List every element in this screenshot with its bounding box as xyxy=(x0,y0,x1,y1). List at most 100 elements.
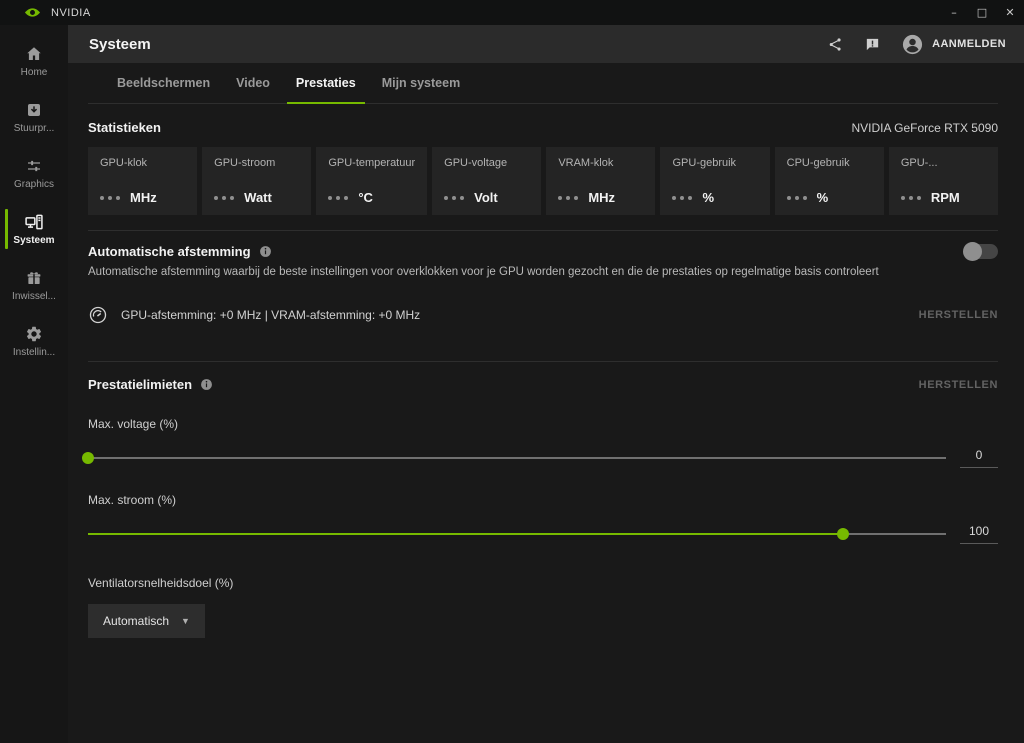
tab-prestaties[interactable]: Prestaties xyxy=(283,63,369,103)
share-icon[interactable] xyxy=(827,36,844,53)
performance-limits-title: Prestatielimieten xyxy=(88,377,192,392)
loading-dots-icon xyxy=(787,196,807,200)
minimize-button[interactable]: – xyxy=(940,0,968,25)
stat-tile: GPU-klok MHz xyxy=(88,147,197,215)
stat-tile-label: GPU-stroom xyxy=(214,157,299,169)
page-header: Systeem AANMELDEN xyxy=(68,25,1024,63)
sidebar-item-drivers[interactable]: Stuurpr... xyxy=(0,89,68,145)
stat-tile: GPU-stroom Watt xyxy=(202,147,311,215)
sidebar-item-graphics[interactable]: Graphics xyxy=(0,145,68,201)
auto-tuning-description: Automatische afstemming waarbij de beste… xyxy=(88,266,998,278)
sliders-icon xyxy=(25,156,43,176)
stat-tile: GPU-temperatuur °C xyxy=(316,147,427,215)
loading-dots-icon xyxy=(100,196,120,200)
window-titlebar: NVIDIA – □ ✕ xyxy=(0,0,1024,25)
app-title: NVIDIA xyxy=(51,7,91,19)
stat-tile: VRAM-klok MHz xyxy=(546,147,655,215)
stat-tile-unit: MHz xyxy=(588,190,615,205)
nvidia-logo-icon xyxy=(24,7,41,18)
stat-tile-unit: % xyxy=(817,190,829,205)
stat-tile-unit: Watt xyxy=(244,190,272,205)
slider-thumb[interactable] xyxy=(82,452,94,464)
info-icon[interactable] xyxy=(259,245,272,258)
sidebar-item-home[interactable]: Home xyxy=(0,33,68,89)
sidebar-item-label: Instellin... xyxy=(13,347,55,358)
loading-dots-icon xyxy=(901,196,921,200)
stat-tile-label: CPU-gebruik xyxy=(787,157,872,169)
stat-tile-label: GPU-... xyxy=(901,157,986,169)
sidebar-item-label: Systeem xyxy=(13,235,54,246)
gpu-name: NVIDIA GeForce RTX 5090 xyxy=(851,121,998,135)
slider-label: Max. stroom (%) xyxy=(88,493,998,507)
sliders-container: Max. voltage (%) 0 Max. stroom (%) 100 xyxy=(88,417,998,544)
loading-dots-icon xyxy=(214,196,234,200)
sidebar-item-redeem[interactable]: Inwissel... xyxy=(0,257,68,313)
performance-limits-reset-button[interactable]: HERSTELLEN xyxy=(919,379,998,391)
fan-speed-label: Ventilatorsnelheidsdoel (%) xyxy=(88,576,998,590)
stat-tile-label: VRAM-klok xyxy=(558,157,643,169)
stat-tile-unit: °C xyxy=(358,190,373,205)
slider-group: Max. stroom (%) 100 xyxy=(88,493,998,544)
sidebar: Home Stuurpr... Graphics Systeem Inwissel...… xyxy=(0,25,68,743)
stat-tile-label: GPU-voltage xyxy=(444,157,529,169)
chevron-down-icon: ▼ xyxy=(181,616,190,626)
stat-tile-label: GPU-gebruik xyxy=(672,157,757,169)
loading-dots-icon xyxy=(672,196,692,200)
slider-thumb[interactable] xyxy=(837,528,849,540)
stat-tile-unit: Volt xyxy=(474,190,498,205)
stat-tile-label: GPU-temperatuur xyxy=(328,157,415,169)
tab-mijn-systeem[interactable]: Mijn systeem xyxy=(369,63,474,103)
sidebar-item-label: Graphics xyxy=(14,179,54,190)
tab-beeldschermen[interactable]: Beeldschermen xyxy=(104,63,223,103)
sidebar-item-settings[interactable]: Instellin... xyxy=(0,313,68,369)
stat-tile-unit: RPM xyxy=(931,190,960,205)
tuning-status: GPU-afstemming: +0 MHz | VRAM-afstemming… xyxy=(121,308,420,322)
stat-tile-label: GPU-klok xyxy=(100,157,185,169)
slider-group: Max. voltage (%) 0 xyxy=(88,417,998,468)
maximize-button[interactable]: □ xyxy=(968,0,996,25)
section-divider xyxy=(88,230,998,231)
sidebar-item-label: Home xyxy=(21,67,48,78)
slider-track[interactable] xyxy=(88,457,946,459)
slider-value-field[interactable]: 0 xyxy=(960,448,998,468)
close-button[interactable]: ✕ xyxy=(996,0,1024,25)
sidebar-item-label: Stuurpr... xyxy=(14,123,55,134)
stat-tile: GPU-gebruik% xyxy=(660,147,769,215)
loading-dots-icon xyxy=(558,196,578,200)
stat-tile-unit: MHz xyxy=(130,190,157,205)
stat-tile: GPU-... RPM xyxy=(889,147,998,215)
fan-speed-dropdown[interactable]: Automatisch ▼ xyxy=(88,604,205,638)
stat-tiles: GPU-klok MHz GPU-stroom Watt GPU-temperatuur… xyxy=(88,147,998,215)
page-title: Systeem xyxy=(89,36,151,53)
computer-icon xyxy=(24,212,44,232)
tab-bar: BeeldschermenVideoPrestatiesMijn systeem xyxy=(88,63,998,104)
feedback-icon[interactable] xyxy=(864,36,881,53)
signin-label: AANMELDEN xyxy=(932,38,1006,50)
stat-tile-unit: % xyxy=(702,190,714,205)
gear-icon xyxy=(25,324,43,344)
sidebar-item-system[interactable]: Systeem xyxy=(0,201,68,257)
fan-speed-selected: Automatisch xyxy=(103,614,169,628)
slider-label: Max. voltage (%) xyxy=(88,417,998,431)
stat-tile: CPU-gebruik% xyxy=(775,147,884,215)
slider-track[interactable] xyxy=(88,533,946,535)
loading-dots-icon xyxy=(444,196,464,200)
signin-button[interactable]: AANMELDEN xyxy=(901,33,1006,56)
avatar-icon xyxy=(901,33,924,56)
statistics-section-title: Statistieken xyxy=(88,120,161,135)
section-divider xyxy=(88,361,998,362)
loading-dots-icon xyxy=(328,196,348,200)
auto-tuning-title: Automatische afstemming xyxy=(88,244,251,259)
gift-icon xyxy=(25,268,43,288)
info-icon[interactable] xyxy=(200,378,213,391)
gauge-icon xyxy=(88,305,108,325)
main-content: BeeldschermenVideoPrestatiesMijn systeem… xyxy=(68,63,1024,743)
download-icon xyxy=(25,100,43,120)
tab-video[interactable]: Video xyxy=(223,63,283,103)
home-icon xyxy=(25,44,43,64)
stat-tile: GPU-voltage Volt xyxy=(432,147,541,215)
auto-tuning-reset-button[interactable]: HERSTELLEN xyxy=(919,309,998,321)
slider-value-field[interactable]: 100 xyxy=(960,524,998,544)
sidebar-item-label: Inwissel... xyxy=(12,291,56,302)
auto-tuning-toggle[interactable] xyxy=(964,244,998,259)
